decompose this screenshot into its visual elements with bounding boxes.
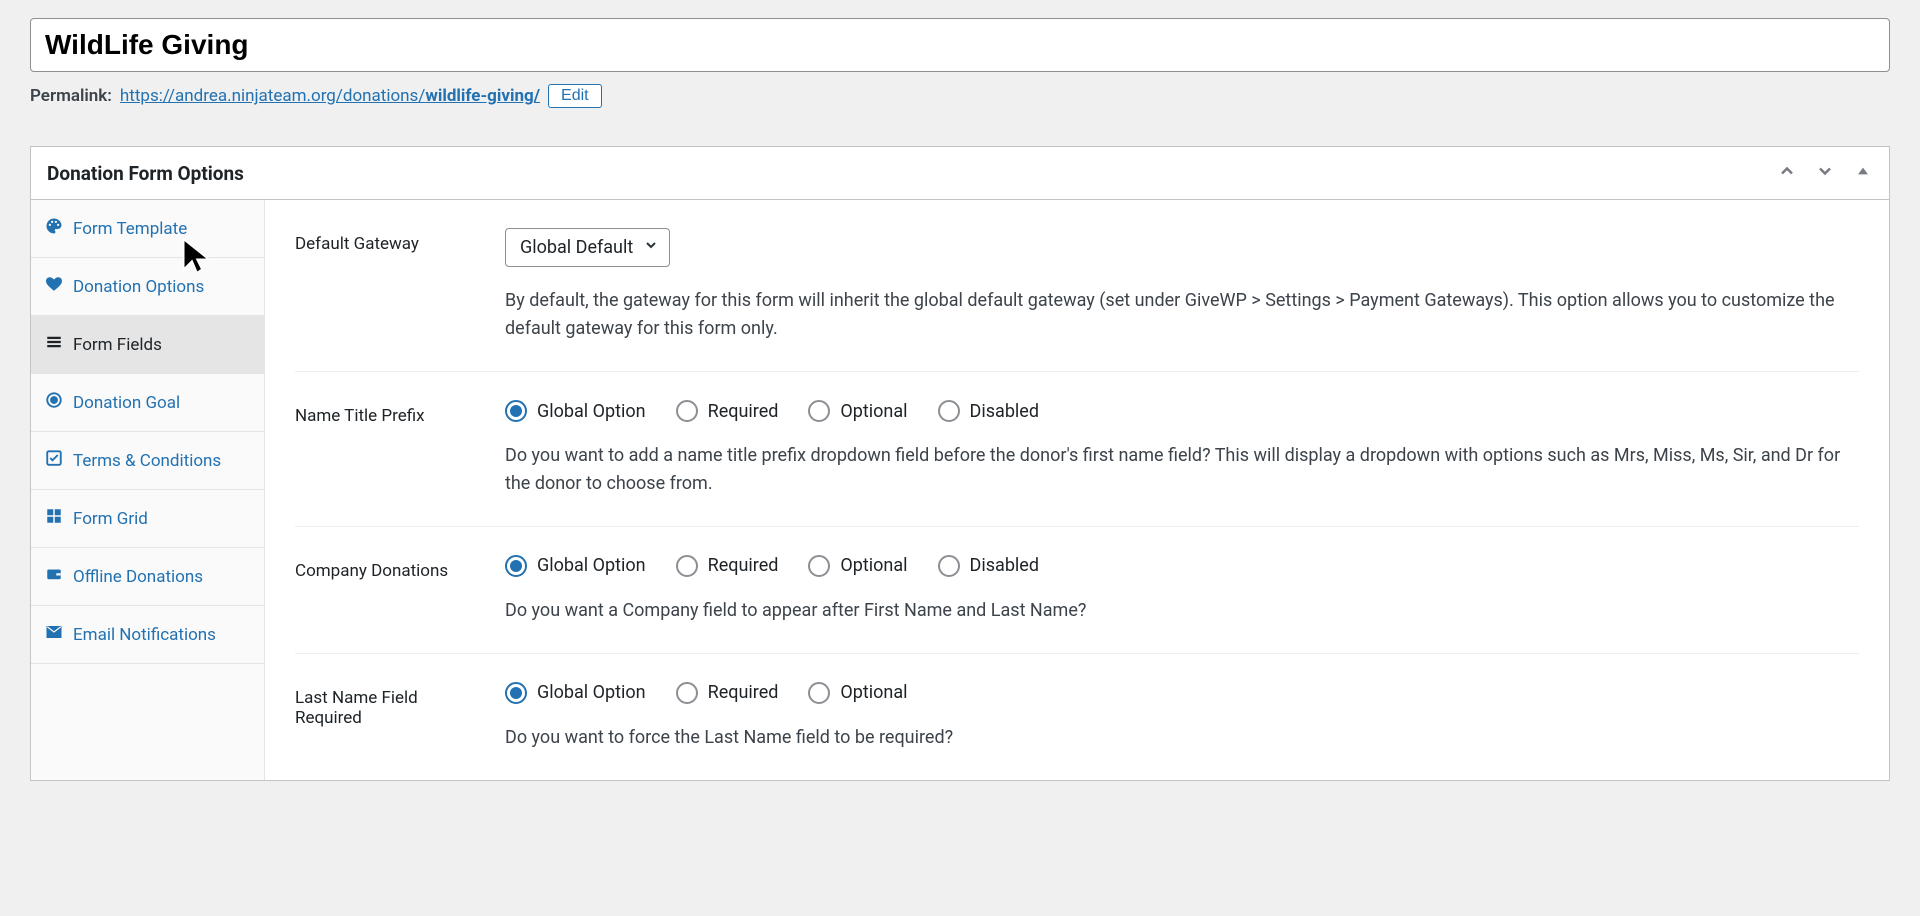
chevron-down-icon: [643, 237, 659, 258]
radio-label: Disabled: [970, 401, 1039, 422]
sidebar-item-label: Form Template: [73, 219, 187, 239]
radio-icon: [808, 555, 830, 577]
sidebar-item-form-template[interactable]: Form Template: [31, 200, 264, 258]
radio-icon: [505, 400, 527, 422]
radio-group: Global Option Required Optional Dis: [505, 555, 1859, 577]
radio-label: Optional: [840, 555, 907, 576]
radio-icon: [938, 555, 960, 577]
field-label: Default Gateway: [295, 228, 485, 254]
sidebar-item-label: Form Fields: [73, 335, 162, 355]
radio-icon: [676, 400, 698, 422]
radio-label: Required: [708, 555, 779, 576]
radio-label: Disabled: [970, 555, 1039, 576]
sidebar-item-donation-goal[interactable]: Donation Goal: [31, 374, 264, 432]
radio-icon: [808, 400, 830, 422]
sidebar-item-label: Donation Goal: [73, 393, 180, 413]
form-title-input[interactable]: [30, 18, 1890, 72]
radio-disabled[interactable]: Disabled: [938, 400, 1039, 422]
sidebar-item-form-grid[interactable]: Form Grid: [31, 490, 264, 548]
radio-icon: [505, 555, 527, 577]
panel-title: Donation Form Options: [47, 162, 244, 185]
radio-label: Global Option: [537, 682, 646, 703]
heart-icon: [45, 275, 63, 298]
grid-icon: [45, 507, 63, 530]
sidebar-item-email-notifications[interactable]: Email Notifications: [31, 606, 264, 664]
sidebar-item-donation-options[interactable]: Donation Options: [31, 258, 264, 316]
radio-label: Required: [708, 682, 779, 703]
radio-optional[interactable]: Optional: [808, 682, 907, 704]
radio-icon: [505, 682, 527, 704]
sidebar-item-terms-conditions[interactable]: Terms & Conditions: [31, 432, 264, 490]
field-description: Do you want to add a name title prefix d…: [505, 442, 1859, 498]
permalink-label: Permalink:: [30, 86, 112, 106]
palette-icon: [45, 217, 63, 240]
field-description: Do you want a Company field to appear af…: [505, 597, 1859, 625]
radio-required[interactable]: Required: [676, 682, 779, 704]
radio-icon: [676, 682, 698, 704]
radio-optional[interactable]: Optional: [808, 555, 907, 577]
radio-label: Optional: [840, 682, 907, 703]
triangle-up-icon[interactable]: [1853, 161, 1873, 185]
select-value: Global Default: [520, 237, 633, 258]
field-label: Last Name Field Required: [295, 682, 485, 728]
field-default-gateway: Default Gateway Global Default By defaul…: [295, 200, 1859, 372]
wallet-icon: [45, 565, 63, 588]
sidebar-item-offline-donations[interactable]: Offline Donations: [31, 548, 264, 606]
field-name-title-prefix: Name Title Prefix Global Option Required: [295, 372, 1859, 527]
edit-slug-button[interactable]: Edit: [548, 84, 602, 108]
field-last-name-required: Last Name Field Required Global Option R…: [295, 654, 1859, 780]
radio-label: Global Option: [537, 555, 646, 576]
permalink-link[interactable]: https://andrea.ninjateam.org/donations/w…: [120, 86, 540, 106]
radio-group: Global Option Required Optional Dis: [505, 400, 1859, 422]
donation-form-options-panel: Donation Form Options Form Template: [30, 146, 1890, 780]
radio-label: Optional: [840, 401, 907, 422]
target-icon: [45, 391, 63, 414]
list-icon: [45, 333, 63, 356]
radio-icon: [676, 555, 698, 577]
chevron-up-icon[interactable]: [1777, 161, 1797, 185]
default-gateway-select[interactable]: Global Default: [505, 228, 670, 267]
radio-group: Global Option Required Optional: [505, 682, 1859, 704]
sidebar-item-label: Donation Options: [73, 277, 204, 297]
radio-icon: [938, 400, 960, 422]
field-label: Company Donations: [295, 555, 485, 581]
radio-global-option[interactable]: Global Option: [505, 555, 646, 577]
radio-required[interactable]: Required: [676, 555, 779, 577]
chevron-down-icon[interactable]: [1815, 161, 1835, 185]
radio-icon: [808, 682, 830, 704]
radio-global-option[interactable]: Global Option: [505, 400, 646, 422]
permalink-slug: wildlife-giving/: [425, 86, 540, 106]
field-company-donations: Company Donations Global Option Required: [295, 527, 1859, 654]
sidebar-item-form-fields[interactable]: Form Fields: [31, 316, 264, 374]
field-label: Name Title Prefix: [295, 400, 485, 426]
field-description: By default, the gateway for this form wi…: [505, 287, 1859, 343]
options-sidebar: Form Template Donation Options Form Fiel…: [31, 200, 265, 779]
radio-label: Required: [708, 401, 779, 422]
sidebar-item-label: Email Notifications: [73, 625, 216, 645]
sidebar-item-label: Form Grid: [73, 509, 148, 529]
radio-label: Global Option: [537, 401, 646, 422]
permalink-base: https://andrea.ninjateam.org/donations/: [120, 86, 425, 106]
radio-global-option[interactable]: Global Option: [505, 682, 646, 704]
field-description: Do you want to force the Last Name field…: [505, 724, 1859, 752]
checkbox-icon: [45, 449, 63, 472]
radio-required[interactable]: Required: [676, 400, 779, 422]
sidebar-item-label: Offline Donations: [73, 567, 203, 587]
panel-header-icons: [1777, 161, 1873, 185]
sidebar-item-label: Terms & Conditions: [73, 451, 221, 471]
radio-optional[interactable]: Optional: [808, 400, 907, 422]
permalink-row: Permalink: https://andrea.ninjateam.org/…: [30, 84, 1890, 108]
radio-disabled[interactable]: Disabled: [938, 555, 1039, 577]
panel-header: Donation Form Options: [31, 147, 1889, 200]
options-content: Default Gateway Global Default By defaul…: [265, 200, 1889, 779]
envelope-icon: [45, 623, 63, 646]
